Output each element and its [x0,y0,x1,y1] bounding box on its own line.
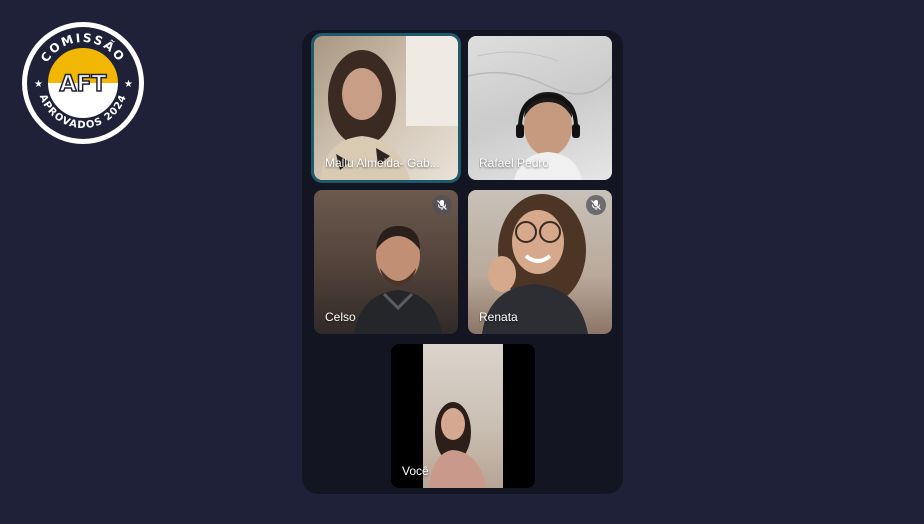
participant-tile-renata[interactable]: Renata [468,190,612,334]
participant-tile-self[interactable]: Você [391,344,535,488]
video-call-panel: Mallu Almeida- Gab... Rafael Pedro Celso… [302,30,623,494]
participant-name: Você [402,464,429,478]
participant-name: Renata [479,310,518,324]
star-icon: ★ [34,79,43,90]
participant-name: Mallu Almeida- Gab... [325,156,440,170]
participant-tile-mallu[interactable]: Mallu Almeida- Gab... [311,33,461,183]
participant-name: Celso [325,310,356,324]
logo-center-text: AFT [59,72,106,97]
participant-name: Rafael Pedro [479,156,550,170]
participant-tile-celso[interactable]: Celso [314,190,458,334]
participant-tile-rafael[interactable]: Rafael Pedro [468,36,612,180]
mic-off-icon [432,195,452,215]
self-video-frame [423,344,503,488]
mic-off-icon [586,195,606,215]
star-icon: ★ [124,79,133,90]
comissao-aft-logo: COMISSÃO APROVADOS 2024 AFT ★ ★ [20,20,146,146]
participant-video [429,402,487,488]
